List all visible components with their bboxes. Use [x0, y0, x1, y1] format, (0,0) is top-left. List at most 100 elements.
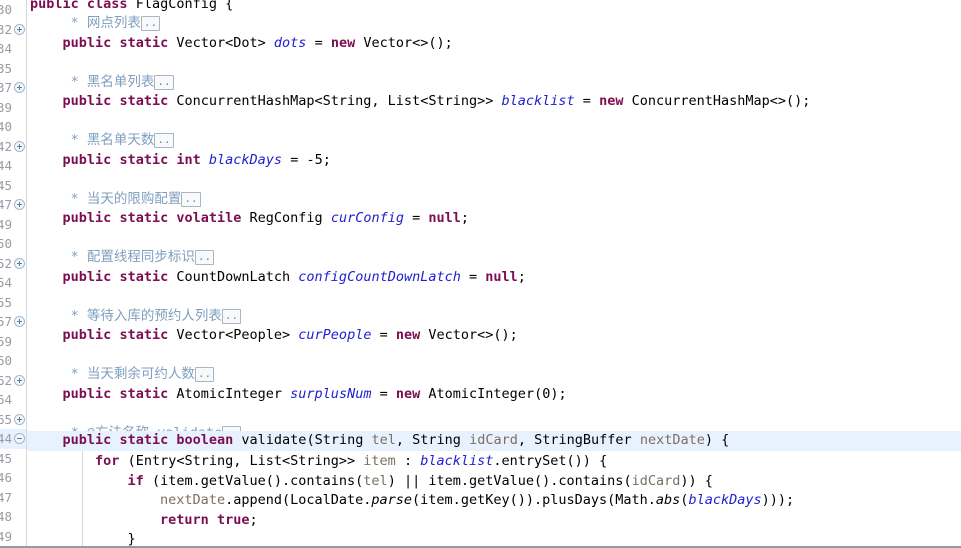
gutter-row[interactable]: 432 [0, 20, 26, 40]
code-line-field-dots[interactable]: public static Vector<Dot> dots = new Vec… [27, 34, 961, 54]
folded-comment-icon[interactable]: .. [154, 133, 174, 148]
fold-expand-icon[interactable] [14, 82, 25, 93]
gutter-row[interactable]: 434 [0, 39, 26, 59]
gutter-row[interactable]: 442 [0, 137, 26, 157]
code-line-comment-surplusnum[interactable]: * 当天剩余可约人数.. [27, 365, 961, 385]
line-number: 447 [0, 489, 12, 505]
code-line-field-blacklist[interactable]: public static ConcurrentHashMap<String, … [27, 92, 961, 112]
code-content[interactable]: public class FlagConfig { * 网点列表.. publi… [0, 0, 961, 546]
field-type: Vector<Dot> [176, 34, 266, 51]
field-type: RegConfig [249, 210, 323, 226]
gutter-row[interactable]: 460 [0, 351, 26, 371]
field-name-surplusnum: surplusNum [290, 385, 372, 402]
code-line-class-declaration[interactable]: public class FlagConfig { [27, 0, 961, 15]
folded-comment-icon[interactable]: .. [194, 250, 215, 265]
expr-item-getvalue-contains-idcard: item.getValue().contains( [428, 472, 632, 489]
gutter-row[interactable]: 462 [0, 371, 26, 391]
dot: . [647, 492, 656, 508]
keyword-new: new [395, 327, 421, 343]
paren-open: ( [151, 472, 161, 489]
code-line-for-loop[interactable]: for (Entry<String, List<String>> item : … [27, 452, 961, 472]
code-line-method-validate[interactable]: public static boolean validate(String te… [0, 431, 961, 451]
folded-comment-icon[interactable]: .. [140, 16, 161, 31]
code-editor[interactable]: 430 432 434 435 437 439 440 442 444 445 … [0, 0, 961, 548]
loop-var-type: Entry<String, List<String>> [135, 453, 356, 469]
gutter-row[interactable]: 455 [0, 293, 26, 313]
comment-asterisk: * [70, 307, 79, 324]
code-line-nextdate-append[interactable]: nextDate.append(LocalDate. parse(item.get… [27, 491, 961, 511]
code-line-field-surplusnum[interactable]: public static AtomicInteger surplusNum =… [27, 385, 961, 405]
comment-asterisk: * [70, 366, 79, 382]
gutter-row[interactable]: 437 [0, 78, 26, 98]
fold-expand-icon[interactable] [14, 23, 25, 35]
line-number: 464 [0, 392, 12, 407]
code-line-field-configcountdownlatch[interactable]: public static CountDownLatch configCount… [27, 268, 961, 288]
fold-collapse-icon[interactable] [14, 433, 25, 444]
gutter-row[interactable]: 447 [0, 195, 26, 215]
code-line-closing-brace[interactable]: } [27, 530, 961, 546]
folded-comment-icon[interactable]: .. [181, 191, 201, 207]
comment-text: 黑名单列表 [86, 73, 155, 90]
fold-expand-icon[interactable] [14, 140, 25, 152]
gutter-row[interactable]: 445 [0, 449, 26, 469]
gutter-row[interactable]: 444 [0, 156, 26, 176]
line-number: 459 [0, 333, 12, 349]
gutter-row[interactable]: 447 [0, 488, 26, 508]
gutter-row[interactable]: 446 [0, 468, 26, 488]
fold-expand-icon[interactable] [14, 257, 25, 269]
code-line-comment-dots[interactable]: * 网点列表.. [27, 14, 961, 34]
gutter-row[interactable]: 439 [0, 98, 26, 118]
param-type: String [314, 432, 364, 448]
loop-var-item: item [363, 453, 396, 469]
code-line-comment-curconfig[interactable]: * 当天的限购配置.. [27, 190, 961, 210]
keyword-static: static [119, 34, 169, 51]
code-line-comment-blackdays[interactable]: * 黑名单天数.. [27, 131, 961, 151]
field-initializer: AtomicInteger(0); [428, 385, 567, 402]
folded-comment-icon[interactable]: .. [221, 308, 242, 324]
line-number: 449 [0, 528, 12, 544]
gutter-row[interactable]: 449 [0, 527, 26, 547]
line-number: 448 [0, 509, 12, 524]
gutter-row[interactable]: 457 [0, 312, 26, 332]
fold-expand-icon[interactable] [14, 316, 25, 327]
assign-operator: = [469, 268, 478, 285]
comma: , [517, 432, 527, 448]
static-method-abs: abs [655, 492, 681, 508]
editor-gutter[interactable]: 430 432 434 435 437 439 440 442 444 445 … [0, 0, 27, 547]
comment-text: 配置线程同步标识 [86, 249, 195, 265]
gutter-row[interactable]: 440 [0, 117, 26, 137]
code-line-comment-configcountdownlatch[interactable]: * 配置线程同步标识.. [27, 248, 961, 268]
code-line-if-condition[interactable]: if (item.getValue().contains(tel) || ite… [27, 472, 961, 492]
gutter-row[interactable]: 452 [0, 254, 26, 274]
gutter-row[interactable]: 454 [0, 273, 26, 293]
gutter-row[interactable]: 450 [0, 234, 26, 254]
keyword-static: static [119, 151, 169, 168]
code-line-field-blackdays[interactable]: public static int blackDays = -5; [27, 151, 961, 171]
comma: , [395, 432, 405, 448]
keyword-null: null [485, 268, 518, 285]
folded-comment-icon[interactable]: .. [194, 367, 215, 382]
gutter-row[interactable]: 430 [0, 0, 26, 20]
gutter-row[interactable]: 435 [0, 59, 26, 79]
gutter-row-current[interactable]: 444 [0, 429, 26, 449]
gutter-row[interactable]: 448 [0, 507, 26, 527]
gutter-row-fold[interactable] [0, 410, 26, 430]
code-line-comment-blacklist[interactable]: * 黑名单列表.. [27, 73, 961, 93]
code-line-comment-curpeople[interactable]: * 等待入库的预约人列表.. [27, 307, 961, 327]
fold-expand-icon[interactable] [14, 374, 25, 386]
fold-expand-icon[interactable] [14, 413, 25, 425]
folded-comment-icon[interactable]: .. [154, 74, 174, 90]
gutter-row[interactable]: 449 [0, 215, 26, 235]
gutter-row[interactable]: 464 [0, 390, 26, 410]
keyword-null: null [428, 210, 461, 226]
field-type: ConcurrentHashMap<String, List<String>> [176, 93, 494, 109]
fold-expand-icon[interactable] [14, 199, 25, 210]
gutter-row[interactable]: 445 [0, 176, 26, 196]
code-line-field-curconfig[interactable]: public static volatile RegConfig curConf… [27, 209, 961, 229]
field-name-curpeople: curPeople [298, 327, 372, 343]
code-line-return-true[interactable]: return true; [27, 511, 961, 531]
expr-item-getkey-plusdays: (item.getKey()).plusDays( [412, 492, 616, 508]
keyword-public: public [62, 385, 112, 402]
gutter-row[interactable]: 459 [0, 332, 26, 352]
code-line-field-curpeople[interactable]: public static Vector<People> curPeople =… [27, 326, 961, 346]
